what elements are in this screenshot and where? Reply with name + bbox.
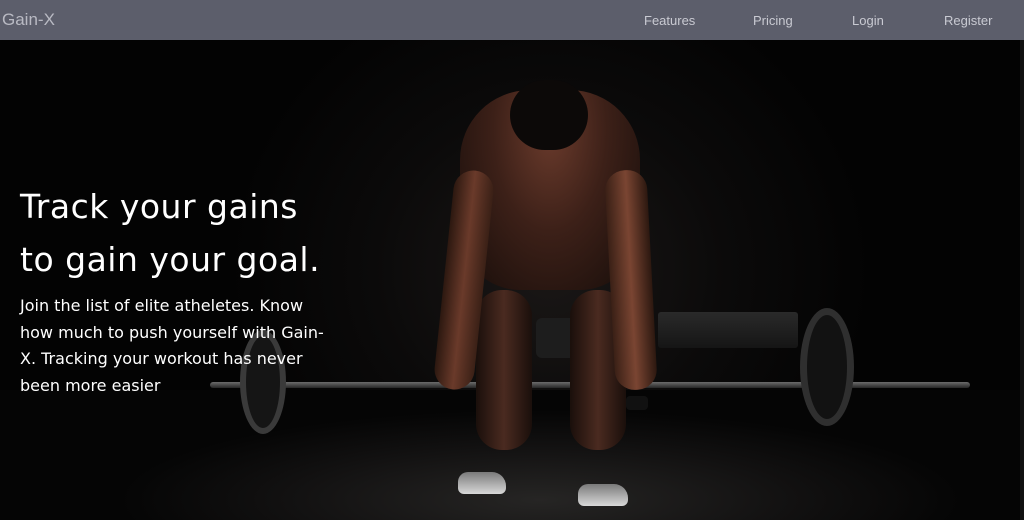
hero-subtext: Join the list of elite atheletes. Know h…: [20, 296, 324, 395]
nav-link-register[interactable]: Register: [944, 13, 992, 28]
hero-heading-line1: Track your gains: [20, 187, 298, 226]
hero-heading-line2: to gain your goal.: [20, 240, 321, 279]
nav-link-login[interactable]: Login: [852, 13, 884, 28]
nav-link-pricing[interactable]: Pricing: [753, 13, 793, 28]
hero-heading: Track your gains to gain your goal.: [20, 180, 380, 286]
athlete-head: [510, 80, 588, 150]
nav-link-features[interactable]: Features: [644, 13, 695, 28]
athlete-shoe-left: [458, 472, 506, 494]
brand-logo-link[interactable]: Gain-X: [2, 10, 55, 30]
athlete-leg-left: [476, 290, 532, 450]
hero-athlete-image: [430, 80, 670, 506]
gym-bench: [658, 312, 798, 348]
barbell-plate-right: [800, 308, 854, 426]
navbar: Gain-X Features Pricing Login Register: [0, 0, 1024, 40]
scrollbar[interactable]: [1020, 40, 1024, 520]
athlete-watch: [626, 396, 648, 410]
athlete-shoe-right: [578, 484, 628, 506]
